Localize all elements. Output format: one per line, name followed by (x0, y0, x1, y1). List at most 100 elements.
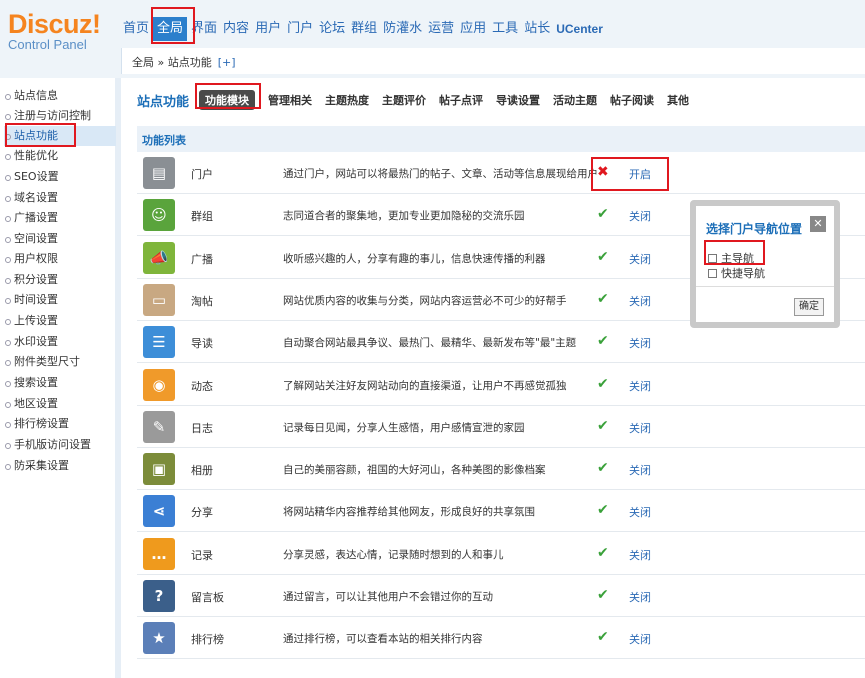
tab-group[interactable]: 群组 (349, 17, 379, 41)
add-shortcut-link[interactable]: [+] (218, 56, 236, 69)
list-item: … 记录 分享灵感，表达心情，记录随时想到的人和事儿 ✔ 关闭 (137, 533, 865, 575)
feature-name: 动态 (191, 379, 213, 393)
album-icon: ▣ (143, 453, 175, 486)
tab-antispam[interactable]: 防灌水 (381, 17, 424, 41)
tab-content[interactable]: 内容 (221, 17, 251, 41)
sidebar-item-broadcast[interactable]: 广播设置 (4, 208, 116, 228)
list-header: 功能列表 (137, 126, 865, 152)
sidebar-item-ranklist[interactable]: 排行榜设置 (4, 414, 116, 434)
tab-activity[interactable]: 活动主题 (553, 92, 597, 108)
tab-rating[interactable]: 主题评价 (382, 92, 426, 108)
list-item: ✎ 日志 记录每日见闻，分享人生感悟，用户感情宣泄的家园 ✔ 关闭 (137, 406, 865, 448)
disable-link[interactable]: 关闭 (629, 589, 651, 605)
list-item: ▣ 相册 自己的美丽容颜，祖国的大好河山，各种美图的影像档案 ✔ 关闭 (137, 448, 865, 491)
check-icon: ✔ (597, 629, 609, 646)
sidebar-item-credits[interactable]: 积分设置 (4, 270, 116, 290)
feature-name: 导读 (191, 337, 213, 351)
feature-description: 自己的美丽容颜，祖国的大好河山，各种美图的影像档案 (283, 464, 546, 477)
tab-management[interactable]: 管理相关 (268, 92, 312, 108)
tab-forum[interactable]: 论坛 (317, 17, 347, 41)
logo-main: Discuz! (8, 9, 101, 39)
sidebar-item-search[interactable]: 搜索设置 (4, 373, 116, 393)
share-icon: ⋖ (143, 495, 175, 528)
feature-description: 了解网站关注好友网站动向的直接渠道，让用户不再感觉孤独 (283, 379, 567, 392)
tab-founder[interactable]: 站长 (522, 17, 552, 41)
list-item: ▤ 门户 通过门户，网站可以将最热门的帖子、文章、活动等信息展现给用户 ✖ 开启 (137, 152, 865, 194)
disable-link[interactable]: 关闭 (629, 462, 651, 478)
confirm-button[interactable]: 确定 (794, 298, 824, 316)
feature-name: 门户 (191, 168, 213, 181)
tab-user[interactable]: 用户 (253, 17, 283, 41)
disable-link[interactable]: 关闭 (629, 504, 651, 520)
check-icon: ✔ (597, 417, 609, 434)
feature-name: 广播 (191, 252, 213, 266)
check-icon: ✔ (597, 544, 609, 561)
disable-link[interactable]: 关闭 (629, 631, 651, 647)
option-quick-nav-label: 快捷导航 (721, 267, 765, 280)
feature-description: 将网站精华内容推荐给其他网友，形成良好的共享氛围 (283, 506, 535, 519)
sidebar-item-domain[interactable]: 域名设置 (4, 188, 116, 208)
tab-reading[interactable]: 帖子阅读 (610, 92, 654, 108)
check-icon: ✔ (597, 502, 609, 519)
tab-ucenter[interactable]: UCenter (554, 17, 605, 41)
logo-sub: Control Panel (8, 37, 87, 52)
header: Discuz! Control Panel 首页 全局 界面 内容 用户 门户 … (0, 0, 865, 78)
dialog-title: 选择门户导航位置 (706, 222, 803, 236)
tab-other[interactable]: 其他 (667, 92, 689, 108)
disable-link[interactable]: 关闭 (629, 378, 651, 394)
check-icon: ✔ (597, 333, 609, 350)
feature-name: 淘帖 (191, 294, 213, 308)
sidebar-item-watermark[interactable]: 水印设置 (4, 332, 116, 352)
feature-description: 自动聚合网站最具争议、最热门、最精华、最新发布等"最"主题 (283, 337, 577, 350)
broadcast-icon: 📣 (143, 241, 175, 274)
disable-link[interactable]: 关闭 (629, 251, 651, 267)
wall-icon: ? (143, 580, 175, 612)
tab-comment[interactable]: 帖子点评 (439, 92, 483, 108)
highlight-main-nav-option (704, 240, 765, 265)
checkbox-quick-nav[interactable] (708, 268, 717, 278)
check-icon: ✔ (597, 248, 609, 265)
feature-name: 群组 (191, 210, 213, 224)
tab-heat[interactable]: 主题热度 (325, 92, 369, 108)
tab-tools[interactable]: 工具 (490, 17, 520, 41)
tab-home[interactable]: 首页 (121, 17, 151, 41)
sidebar-item-upload[interactable]: 上传设置 (4, 311, 116, 331)
sidebar-item-performance[interactable]: 性能优化 (4, 146, 116, 166)
feature-name: 日志 (191, 421, 213, 435)
disable-link[interactable]: 关闭 (629, 293, 651, 309)
list-item: ⋖ 分享 将网站精华内容推荐给其他网友，形成良好的共享氛围 ✔ 关闭 (137, 490, 865, 533)
disable-link[interactable]: 关闭 (629, 335, 651, 351)
tab-apps[interactable]: 应用 (458, 17, 488, 41)
sidebar-item-site-info[interactable]: 站点信息 (4, 86, 116, 106)
tab-portal[interactable]: 门户 (285, 17, 315, 41)
collection-icon: ▭ (143, 283, 175, 316)
tab-guide-settings[interactable]: 导读设置 (496, 92, 540, 108)
highlight-modules-tab (195, 83, 261, 109)
check-icon: ✔ (597, 206, 609, 223)
blog-icon: ✎ (143, 410, 175, 443)
sidebar-item-time[interactable]: 时间设置 (4, 290, 116, 310)
disable-link[interactable]: 关闭 (629, 547, 651, 563)
sidebar-item-space[interactable]: 空间设置 (4, 229, 116, 249)
list-item: ◉ 动态 了解网站关注好友网站动向的直接渠道，让用户不再感觉孤独 ✔ 关闭 (137, 364, 865, 406)
disable-link[interactable]: 关闭 (629, 208, 651, 224)
logo: Discuz! Control Panel (8, 10, 116, 52)
sidebar-item-mobile[interactable]: 手机版访问设置 (4, 435, 116, 455)
group-icon: ☺ (143, 199, 175, 232)
tab-operation[interactable]: 运营 (426, 17, 456, 41)
feature-description: 志同道合者的聚集地，更加专业更加隐秘的交流乐园 (283, 210, 525, 223)
sidebar-item-attach-types[interactable]: 附件类型尺寸 (4, 352, 116, 372)
feature-description: 记录每日见闻，分享人生感悟，用户感情宣泄的家园 (283, 421, 525, 434)
sidebar-item-seo[interactable]: SEO设置 (4, 167, 116, 187)
sidebar-item-permissions[interactable]: 用户权限 (4, 249, 116, 269)
highlight-site-features (5, 123, 76, 147)
feature-name: 排行榜 (191, 633, 224, 647)
disable-link[interactable]: 关闭 (629, 420, 651, 436)
option-quick-nav[interactable]: 快捷导航 (708, 265, 765, 281)
sidebar-item-anti-collect[interactable]: 防采集设置 (4, 456, 116, 476)
sidebar-item-district[interactable]: 地区设置 (4, 394, 116, 414)
close-icon[interactable]: ✕ (810, 216, 826, 232)
list-item: ? 留言板 通过留言，可以让其他用户不会错过你的互动 ✔ 关闭 (137, 575, 865, 617)
dialog-divider (696, 286, 834, 287)
check-icon: ✔ (597, 587, 609, 603)
